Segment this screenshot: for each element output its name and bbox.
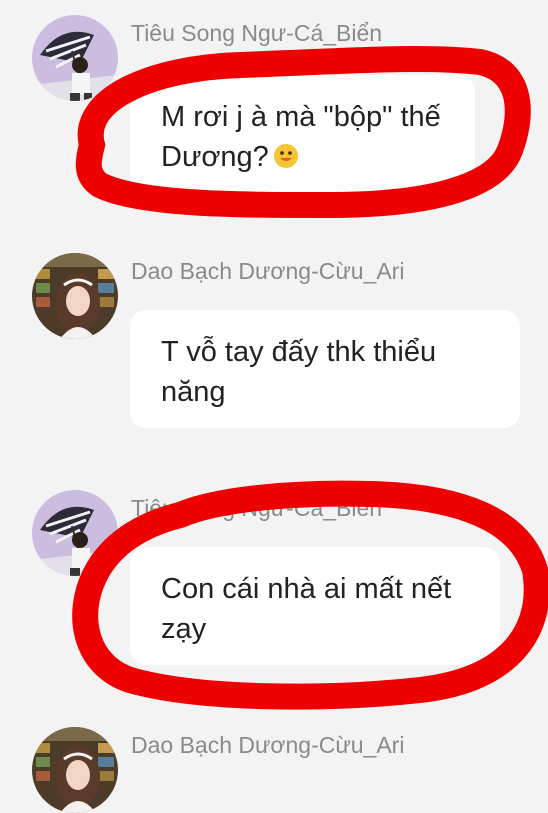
user-avatar-image [32,727,118,813]
message-line: năng [161,376,226,408]
message-line: zạy [161,613,207,645]
message-line: T vỗ tay đấy thk thiểu [161,336,437,368]
smiling-face-emoji-icon [273,144,298,168]
user-avatar-image [32,490,118,576]
avatar[interactable] [32,727,118,813]
sender-name: Dao Bạch Dương-Cừu_Ari [131,258,405,284]
message-line: Con cái nhà ai mất nết [161,573,452,605]
avatar[interactable] [32,15,118,101]
message-line: M rơi j à mà "bộp" thế [161,101,441,133]
message-bubble[interactable]: Con cái nhà ai mất nết zạy [130,547,500,665]
avatar[interactable] [32,253,118,339]
avatar[interactable] [32,490,118,576]
user-avatar-image [32,15,118,101]
message-line: Dương? [161,141,269,173]
sender-name: Tiêu Song Ngư-Cá_Biển [131,20,383,46]
message-bubble[interactable]: T vỗ tay đấy thk thiểu năng [130,310,520,428]
sender-name: Dao Bạch Dương-Cừu_Ari [131,732,405,758]
user-avatar-image [32,253,118,339]
sender-name: Tiêu Song Ngư-Cá_Biển [131,495,383,521]
message-bubble[interactable]: M rơi j à mà "bộp" thế Dương? [130,75,475,192]
message-line-with-emoji: Dương? [161,137,445,177]
